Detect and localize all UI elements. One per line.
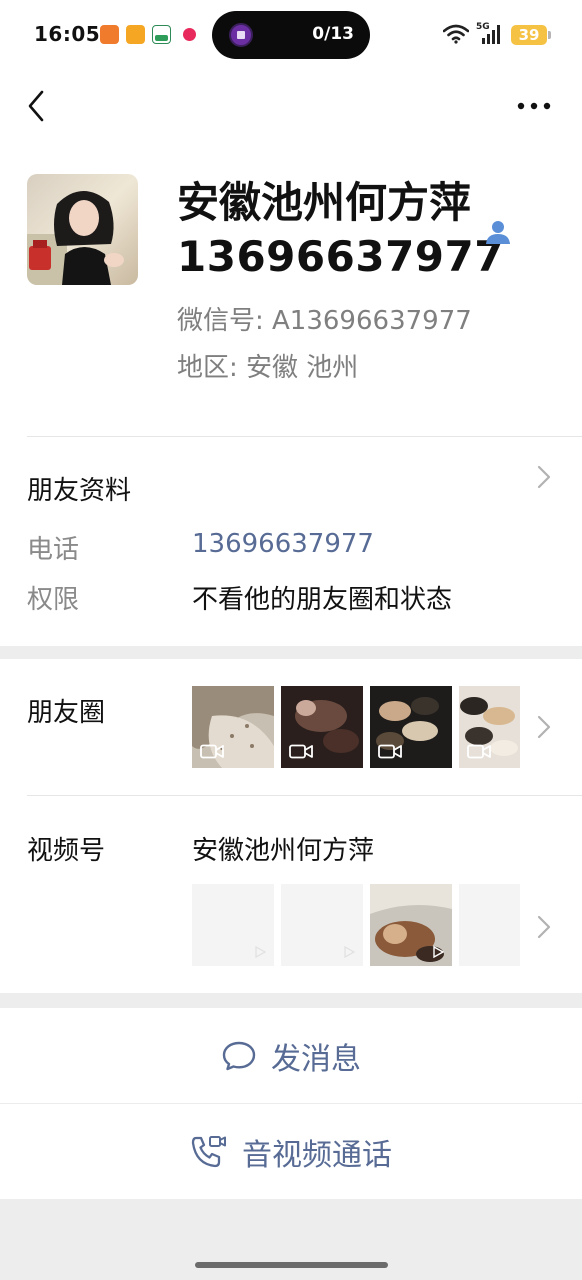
moments-thumbnail[interactable] [281, 686, 363, 768]
channels-thumbnail[interactable] [459, 884, 520, 966]
channels-thumbnail[interactable] [370, 884, 452, 966]
video-icon [289, 744, 313, 759]
phone-label: 电话 [27, 535, 80, 565]
avatar-image [27, 174, 138, 285]
live-activity-pill[interactable]: 0/13 [212, 11, 370, 59]
friend-info-title[interactable]: 朋友资料 [27, 470, 131, 507]
chevron-right-icon[interactable] [536, 464, 552, 490]
permission-label: 权限 [27, 585, 80, 615]
battery-level: 39 [518, 26, 540, 44]
video-app-icon [180, 25, 199, 44]
play-icon [255, 946, 266, 958]
moments-thumbnail[interactable] [192, 686, 274, 768]
status-time: 16:05 [34, 22, 101, 46]
chevron-right-icon[interactable] [536, 714, 552, 740]
contact-name-line2: 13696637977 [177, 232, 504, 281]
app-badge-icon [229, 23, 253, 47]
chevron-left-icon [28, 90, 44, 122]
channels-thumbnail[interactable] [192, 884, 274, 966]
person-icon[interactable] [484, 218, 512, 246]
chat-bubble-icon [222, 1041, 256, 1070]
more-dots-icon [517, 102, 551, 110]
more-button[interactable] [510, 88, 558, 124]
play-icon [433, 946, 444, 958]
moments-title[interactable]: 朋友圈 [27, 692, 105, 729]
contact-name-line1: 安徽池州何方萍 [177, 178, 472, 227]
play-icon [344, 946, 355, 958]
svg-text:5G: 5G [476, 22, 490, 32]
back-button[interactable] [16, 84, 56, 128]
moments-thumbnail[interactable] [459, 686, 520, 768]
cellular-signal-icon: 5G [476, 22, 500, 44]
store-app-icon [152, 25, 171, 44]
divider [27, 795, 582, 796]
send-message-button[interactable]: 发消息 [0, 1008, 582, 1103]
moments-thumbnail[interactable] [370, 686, 452, 768]
channels-title[interactable]: 视频号 [27, 830, 105, 867]
wechat-id[interactable]: 微信号: A13696637977 [177, 300, 472, 337]
wifi-icon [443, 24, 469, 44]
video-icon [467, 744, 491, 759]
notification-counter: 0/13 [312, 24, 354, 44]
send-message-label: 发消息 [271, 1041, 361, 1077]
chevron-right-icon[interactable] [536, 914, 552, 940]
home-indicator[interactable] [195, 1262, 388, 1268]
permission-value: 不看他的朋友圈和状态 [192, 585, 453, 615]
region: 地区: 安徽 池州 [177, 353, 359, 383]
voice-video-call-label: 音视频通话 [242, 1137, 392, 1173]
voice-video-call-button[interactable]: 音视频通话 [0, 1104, 582, 1199]
channels-account-name[interactable]: 安徽池州何方萍 [192, 830, 374, 867]
phone-video-icon [191, 1135, 226, 1167]
contact-name: 安徽池州何方萍 13696637977 [177, 176, 504, 284]
channels-thumbnail[interactable] [281, 884, 363, 966]
video-icon [200, 744, 224, 759]
reader-app-icon [100, 25, 119, 44]
divider [27, 436, 582, 437]
phone-number-link[interactable]: 13696637977 [192, 529, 374, 559]
status-bar: 16:05 0/13 5G 39 [0, 0, 582, 66]
video-icon [378, 744, 402, 759]
shopping-app-icon [126, 25, 145, 44]
avatar[interactable] [27, 174, 138, 285]
battery-indicator: 39 [511, 25, 551, 45]
